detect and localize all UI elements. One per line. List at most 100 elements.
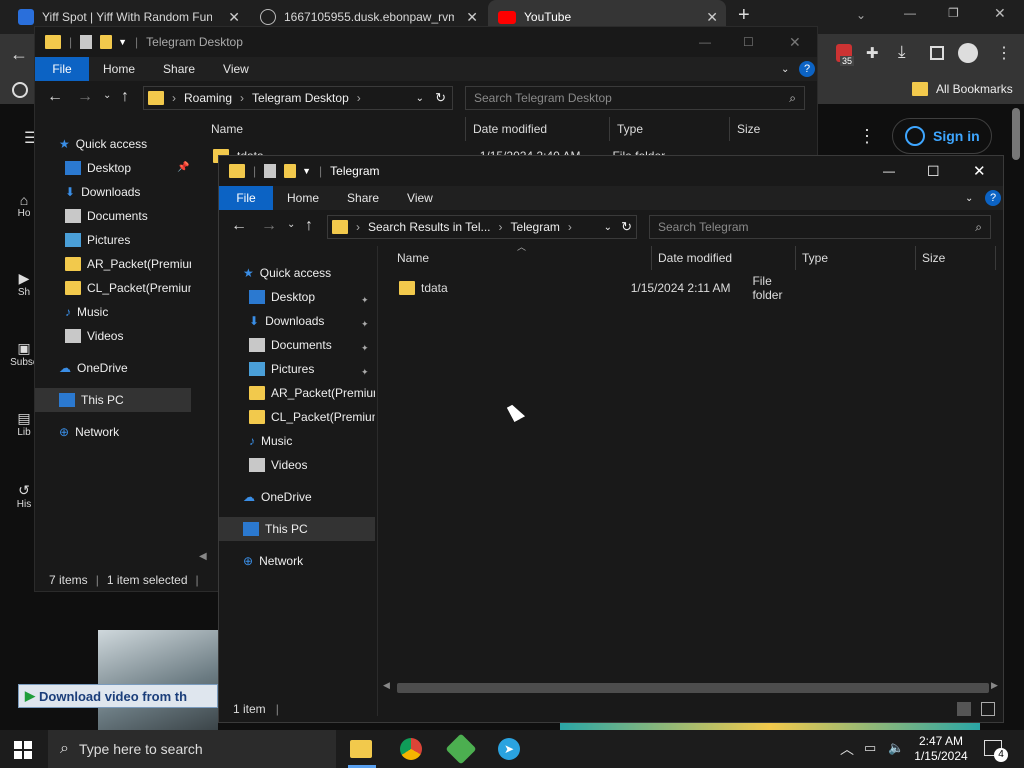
chevron-down-icon[interactable]: ⌄: [604, 222, 612, 233]
scroll-right-icon[interactable]: ▶: [991, 680, 998, 691]
nav-this-pc[interactable]: This PC: [219, 517, 375, 541]
new-tab-button[interactable]: +: [738, 4, 750, 27]
properties-icon[interactable]: [264, 164, 277, 178]
nav-videos[interactable]: Videos: [249, 453, 307, 477]
column-date-modified[interactable]: Date modified: [658, 246, 732, 270]
menu-icon[interactable]: ⋮: [996, 43, 1012, 63]
ribbon-tab-view[interactable]: View: [209, 62, 263, 76]
nav-music[interactable]: ♪ Music: [249, 429, 292, 453]
back-arrow-icon[interactable]: ←: [231, 217, 247, 235]
breadcrumb-roaming[interactable]: Roaming: [184, 91, 232, 105]
large-icons-view-icon[interactable]: [981, 702, 995, 716]
refresh-icon[interactable]: ↻: [435, 90, 446, 106]
profile-icon[interactable]: [958, 43, 978, 63]
minimize-icon[interactable]: —: [699, 35, 711, 49]
tab-search-icon[interactable]: ⌄: [856, 8, 866, 22]
refresh-icon[interactable]: ↻: [621, 219, 632, 235]
all-bookmarks[interactable]: All Bookmarks: [912, 82, 1013, 96]
properties-icon[interactable]: [80, 35, 93, 49]
recent-locations-icon[interactable]: ⌄: [103, 90, 111, 101]
column-size[interactable]: Size: [922, 246, 945, 270]
chrome-taskbar-icon[interactable]: [400, 738, 422, 760]
network-tray-icon[interactable]: ▭: [864, 740, 876, 756]
close-icon[interactable]: ✕: [789, 34, 801, 51]
up-arrow-icon[interactable]: ↑: [305, 217, 313, 235]
video-thumbnail[interactable]: [98, 630, 218, 730]
scroll-left-icon[interactable]: ◀: [383, 680, 390, 691]
extensions-icon[interactable]: ✚: [866, 44, 879, 62]
up-arrow-icon[interactable]: ↑: [121, 88, 129, 106]
nav-onedrive[interactable]: ☁ OneDrive: [59, 356, 128, 380]
breadcrumb-search-results[interactable]: Search Results in Tel...: [368, 220, 491, 234]
nav-ar-packet[interactable]: AR_Packet(Premium: [65, 252, 191, 276]
nav-pictures[interactable]: Pictures: [249, 357, 314, 381]
download-icon[interactable]: ⤓: [898, 42, 906, 62]
download-video-bar[interactable]: ▶ Download video from th: [18, 684, 218, 708]
nav-quick-access[interactable]: ★ Quick access: [59, 132, 147, 156]
nav-this-pc[interactable]: This PC: [35, 388, 191, 412]
nav-downloads[interactable]: ⬇ Downloads: [249, 309, 324, 333]
nav-videos[interactable]: Videos: [65, 324, 123, 348]
nav-documents[interactable]: Documents: [249, 333, 332, 357]
close-icon[interactable]: ✕: [706, 9, 718, 26]
help-icon[interactable]: ?: [985, 190, 1001, 206]
chevron-down-icon[interactable]: ⌄: [781, 64, 789, 75]
ribbon-tab-share[interactable]: Share: [149, 62, 209, 76]
nav-network[interactable]: ⊕ Network: [59, 420, 119, 444]
column-name[interactable]: Name: [211, 117, 243, 141]
volume-muted-icon[interactable]: 🔈: [888, 740, 904, 756]
scroll-left-icon[interactable]: ◀: [199, 551, 207, 562]
telegram-taskbar-icon[interactable]: ➤: [498, 738, 520, 760]
app-taskbar-icon[interactable]: [445, 733, 477, 765]
new-folder-icon[interactable]: [100, 35, 113, 49]
ribbon-tab-share[interactable]: Share: [333, 191, 393, 205]
sign-in-button[interactable]: Sign in: [892, 118, 992, 154]
chevron-up-icon[interactable]: ︿: [840, 739, 854, 759]
ribbon-tab-view[interactable]: View: [393, 191, 447, 205]
ribbon-tab-home[interactable]: Home: [89, 62, 149, 76]
chevron-down-icon[interactable]: ▼: [118, 37, 127, 47]
nav-cl-packet[interactable]: CL_Packet(Premium: [65, 276, 191, 300]
side-panel-icon[interactable]: [930, 46, 944, 60]
more-options-icon[interactable]: ⋮: [858, 126, 876, 147]
new-folder-icon[interactable]: [284, 164, 297, 178]
address-bar[interactable]: › Search Results in Tel... › Telegram › …: [327, 215, 637, 239]
ribbon-tab-home[interactable]: Home: [273, 191, 333, 205]
ribbon-tab-file[interactable]: File: [35, 57, 89, 81]
help-icon[interactable]: ?: [799, 61, 815, 77]
windows-start-icon[interactable]: [14, 741, 32, 759]
close-icon[interactable]: ✕: [466, 9, 478, 26]
column-date-modified[interactable]: Date modified: [473, 117, 547, 141]
column-type[interactable]: Type: [617, 117, 643, 141]
nav-desktop[interactable]: Desktop: [65, 156, 131, 180]
nav-documents[interactable]: Documents: [65, 204, 148, 228]
maximize-icon[interactable]: ☐: [927, 163, 940, 180]
forward-arrow-icon[interactable]: →: [261, 217, 277, 235]
file-row-tdata[interactable]: tdata 1/15/2024 2:11 AM File folder: [397, 274, 797, 302]
back-icon[interactable]: ←: [10, 44, 28, 65]
nav-downloads[interactable]: ⬇ Downloads: [65, 180, 140, 204]
nav-onedrive[interactable]: ☁ OneDrive: [243, 485, 312, 509]
recent-locations-icon[interactable]: ⌄: [287, 219, 295, 230]
search-box[interactable]: Search Telegram Desktop ⌕: [465, 86, 805, 110]
maximize-icon[interactable]: ☐: [743, 35, 754, 49]
globe-icon[interactable]: [12, 82, 28, 98]
breadcrumb-telegram-desktop[interactable]: Telegram Desktop: [252, 91, 349, 105]
chevron-down-icon[interactable]: ⌄: [965, 193, 973, 204]
nav-music[interactable]: ♪ Music: [65, 300, 108, 324]
address-bar[interactable]: › Roaming › Telegram Desktop › ⌄ ↻: [143, 86, 453, 110]
back-arrow-icon[interactable]: ←: [47, 88, 63, 106]
nav-desktop[interactable]: Desktop: [249, 285, 315, 309]
close-icon[interactable]: ✕: [228, 9, 240, 26]
horizontal-scrollbar[interactable]: [397, 683, 989, 693]
details-view-icon[interactable]: [957, 702, 971, 716]
nav-pictures[interactable]: Pictures: [65, 228, 130, 252]
nav-network[interactable]: ⊕ Network: [243, 549, 303, 573]
forward-arrow-icon[interactable]: →: [77, 88, 93, 106]
column-name[interactable]: Name: [397, 246, 429, 270]
nav-quick-access[interactable]: ★ Quick access: [243, 261, 331, 285]
column-type[interactable]: Type: [802, 246, 828, 270]
chevron-down-icon[interactable]: ⌄: [416, 93, 424, 104]
minimize-icon[interactable]: —: [883, 164, 895, 178]
close-window-icon[interactable]: ✕: [994, 5, 1006, 22]
